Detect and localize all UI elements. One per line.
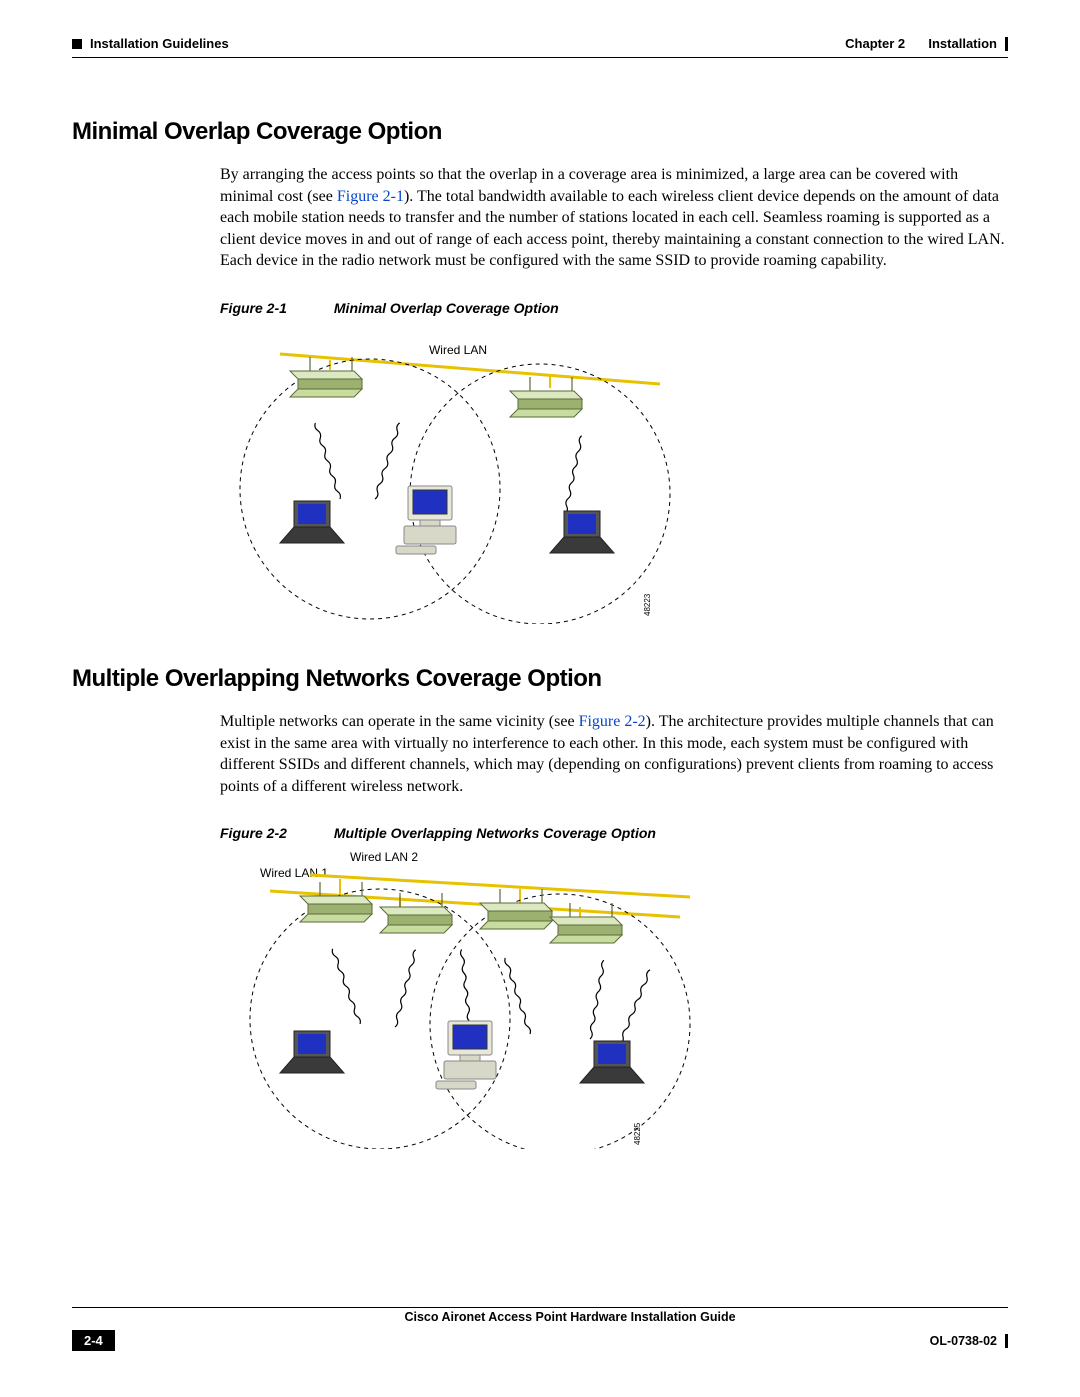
section1-title: Minimal Overlap Coverage Option (72, 118, 1008, 146)
document-number: OL-0738-02 (930, 1334, 997, 1348)
laptop-icon (280, 501, 344, 543)
section1-body: By arranging the access points so that t… (220, 164, 1008, 272)
access-point-icon (300, 882, 372, 922)
page-footer: Cisco Aironet Access Point Hardware Inst… (72, 1307, 1008, 1351)
header-section: Installation Guidelines (90, 36, 229, 51)
figure-2-1: Wired LAN 48223 (220, 324, 1008, 629)
fig2-wiredlan2-label: Wired LAN 2 (350, 850, 418, 864)
fig2-wiredlan1-label: Wired LAN 1 (260, 866, 328, 880)
fig2-code: 48225 (633, 1123, 642, 1146)
section2-title: Multiple Overlapping Networks Coverage O… (72, 665, 1008, 693)
fig1-wiredlan-label: Wired LAN (429, 343, 487, 357)
header-chapter-label: Chapter 2 (845, 36, 905, 51)
figure-2-2: Wired LAN 1 Wired LAN 2 48225 (220, 849, 1008, 1154)
laptop-icon (550, 511, 614, 553)
desktop-icon (396, 486, 456, 554)
header-bullet-icon (72, 39, 82, 49)
desktop-icon (436, 1021, 496, 1089)
figure-2-2-title: Multiple Overlapping Networks Coverage O… (334, 825, 656, 841)
figure-2-1-title: Minimal Overlap Coverage Option (334, 300, 559, 316)
header-chapter-title: Installation (928, 36, 997, 51)
laptop-icon (280, 1031, 344, 1073)
access-point-icon (290, 357, 362, 397)
figure-2-2-caption: Figure 2-2 Multiple Overlapping Networks… (220, 825, 1008, 841)
figure-2-2-number: Figure 2-2 (220, 825, 330, 841)
laptop-icon (580, 1041, 644, 1083)
section2-body-pre: Multiple networks can operate in the sam… (220, 713, 579, 730)
section2-body: Multiple networks can operate in the sam… (220, 711, 1008, 797)
figure-2-1-link[interactable]: Figure 2-1 (337, 188, 404, 205)
page-number: 2-4 (72, 1330, 115, 1351)
fig1-code: 48223 (643, 593, 652, 616)
header-rule (72, 57, 1008, 58)
footer-bar-icon (1005, 1334, 1008, 1348)
footer-guide-title: Cisco Aironet Access Point Hardware Inst… (132, 1310, 1008, 1324)
header-bar-icon (1005, 37, 1008, 51)
page-header: Installation Guidelines Chapter 2 Instal… (72, 36, 1008, 51)
figure-2-1-caption: Figure 2-1 Minimal Overlap Coverage Opti… (220, 300, 1008, 316)
access-point-icon (510, 377, 582, 417)
figure-2-2-link[interactable]: Figure 2-2 (579, 713, 646, 730)
figure-2-1-number: Figure 2-1 (220, 300, 330, 316)
